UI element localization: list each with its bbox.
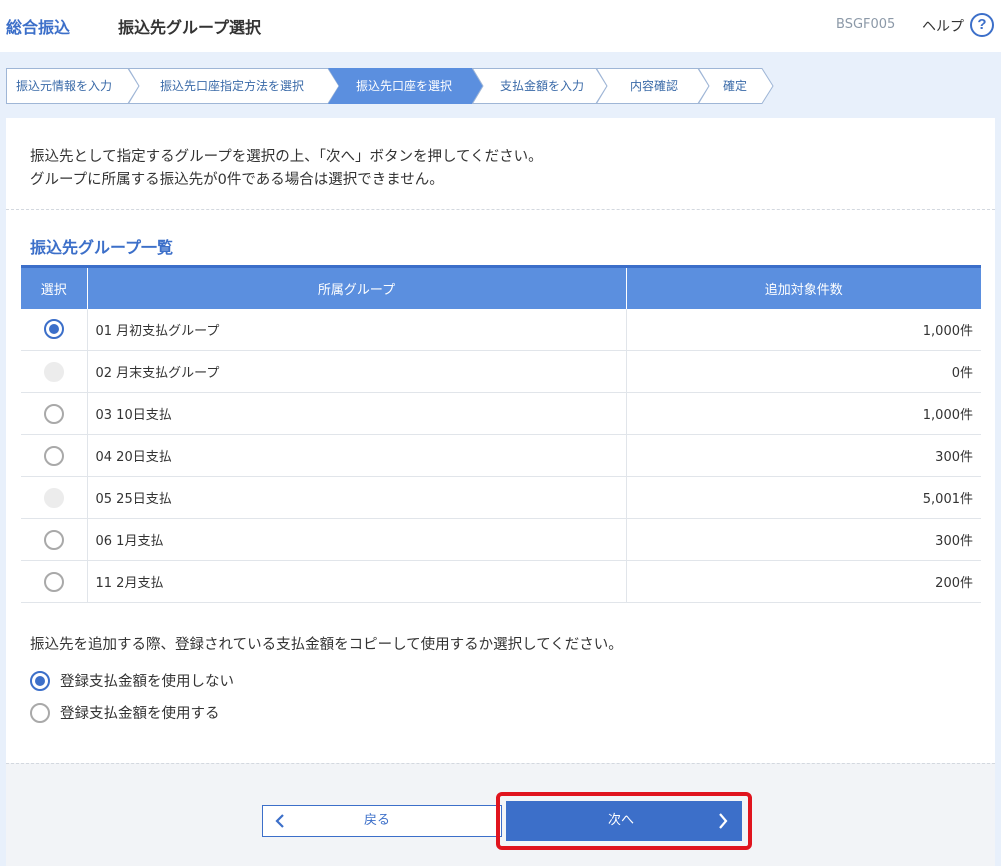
- step-label: 支払金額を入力: [500, 79, 585, 93]
- page-title: 振込先グループ選択: [118, 18, 262, 37]
- table-row[interactable]: 04 20日支払 300件: [21, 434, 981, 477]
- group-count: 300件: [626, 434, 981, 477]
- group-radio[interactable]: [43, 403, 64, 424]
- group-count: 200件: [626, 560, 981, 603]
- footer-actions: 戻る 次へ: [6, 763, 995, 866]
- copy-question: 振込先を追加する際、登録されている支払金額をコピーして使用するか選択してください…: [30, 637, 623, 653]
- instruction-line: 振込先として指定するグループを選択の上、「次へ」ボタンを押してください。: [30, 149, 543, 165]
- table-row[interactable]: 01 月初支払グループ 1,000件: [21, 308, 981, 351]
- group-name: 11 2月支払: [87, 560, 627, 603]
- header-select: 選択: [21, 265, 88, 309]
- step-3: 振込先口座を選択: [328, 68, 484, 104]
- group-name: 01 月初支払グループ: [87, 308, 627, 351]
- section-title: 振込先グループ一覧: [30, 238, 174, 257]
- instructions: 振込先として指定するグループを選択の上、「次へ」ボタンを押してください。 グルー…: [30, 146, 543, 192]
- help-icon[interactable]: ?: [970, 13, 994, 37]
- back-button[interactable]: 戻る: [262, 805, 502, 837]
- group-name: 06 1月支払: [87, 518, 627, 561]
- step-6: 確定: [698, 68, 774, 104]
- copy-radio-yes[interactable]: [30, 702, 50, 723]
- table-row: 05 25日支払 5,001件: [21, 476, 981, 519]
- group-count: 5,001件: [626, 476, 981, 519]
- group-count: 1,000件: [626, 308, 981, 351]
- help-link[interactable]: ヘルプ: [922, 16, 964, 36]
- step-label: 振込元情報を入力: [16, 79, 113, 93]
- service-name: 総合振込: [6, 18, 71, 37]
- group-count: 1,000件: [626, 392, 981, 435]
- copy-radio-no[interactable]: [30, 670, 50, 691]
- table-row[interactable]: 03 10日支払 1,000件: [21, 392, 981, 435]
- group-radio: [43, 487, 64, 508]
- next-label: 次へ: [607, 813, 634, 828]
- step-label: 確定: [723, 79, 748, 93]
- group-name: 02 月末支払グループ: [87, 350, 627, 393]
- header-count: 追加対象件数: [626, 265, 981, 309]
- app-header: 総合振込 振込先グループ選択 BSGF005 ヘルプ ?: [0, 0, 1001, 52]
- option-label: 登録支払金額を使用しない: [60, 674, 234, 690]
- group-name: 04 20日支払: [87, 434, 627, 477]
- option-label: 登録支払金額を使用する: [60, 706, 220, 722]
- group-name: 05 25日支払: [87, 476, 627, 519]
- option-no-copy[interactable]: 登録支払金額を使用しない: [30, 670, 234, 691]
- chevron-right-icon: [719, 813, 728, 829]
- group-table: 選択 所属グループ 追加対象件数 01 月初支払グループ 1,000件 02 月…: [21, 265, 981, 603]
- instruction-line: グループに所属する振込先が0件である場合は選択できません。: [30, 172, 444, 188]
- group-count: 300件: [626, 518, 981, 561]
- back-label: 戻る: [363, 813, 390, 828]
- screen-id: BSGF005: [836, 17, 896, 32]
- step-1: 振込元情報を入力: [6, 68, 140, 104]
- step-label: 振込先口座を選択: [356, 79, 453, 93]
- main-panel: 振込先として指定するグループを選択の上、「次へ」ボタンを押してください。 グルー…: [6, 118, 995, 866]
- step-2: 振込先口座指定方法を選択: [128, 68, 340, 104]
- table-row: 02 月末支払グループ 0件: [21, 350, 981, 393]
- divider: [6, 209, 995, 210]
- header-group: 所属グループ: [87, 265, 627, 309]
- step-5: 内容確認: [596, 68, 710, 104]
- group-name: 03 10日支払: [87, 392, 627, 435]
- table-row[interactable]: 06 1月支払 300件: [21, 518, 981, 561]
- group-count: 0件: [626, 350, 981, 393]
- step-label: 振込先口座指定方法を選択: [160, 79, 305, 93]
- option-copy[interactable]: 登録支払金額を使用する: [30, 702, 220, 723]
- table-row[interactable]: 11 2月支払 200件: [21, 560, 981, 603]
- step-label: 内容確認: [630, 79, 679, 93]
- group-radio: [43, 361, 64, 382]
- group-radio[interactable]: [43, 571, 64, 592]
- group-radio[interactable]: [43, 529, 64, 550]
- group-radio[interactable]: [43, 319, 64, 340]
- group-radio[interactable]: [43, 445, 64, 466]
- next-button[interactable]: 次へ: [506, 801, 742, 841]
- step-4: 支払金額を入力: [472, 68, 608, 104]
